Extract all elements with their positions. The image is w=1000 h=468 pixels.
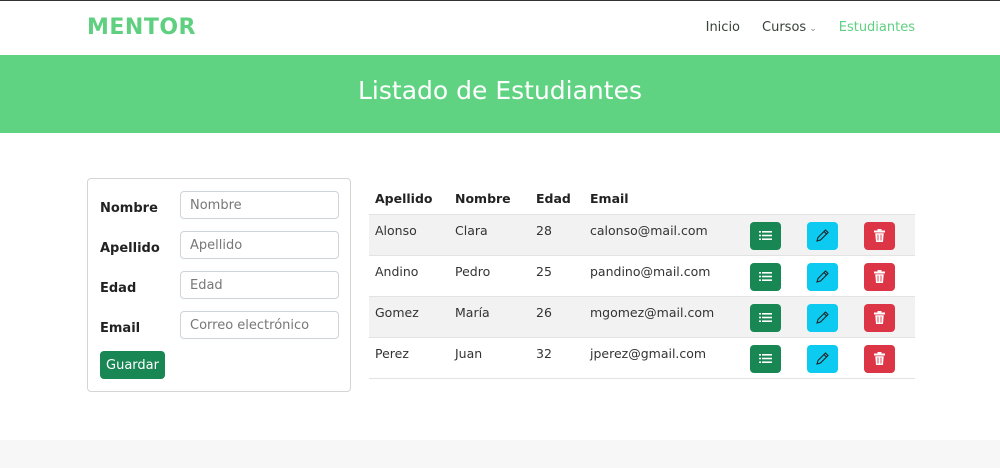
col-header-actions <box>744 184 801 214</box>
cell-apellido: Perez <box>369 336 449 379</box>
page-banner: Listado de Estudiantes <box>0 55 1000 133</box>
cell-action-edit <box>801 295 858 337</box>
save-button[interactable]: Guardar <box>100 351 165 379</box>
edit-button[interactable] <box>807 221 838 250</box>
nav-item-inicio[interactable]: Inicio <box>706 20 740 35</box>
cell-email: calonso@mail.com <box>584 213 744 255</box>
cell-action-list <box>744 254 801 296</box>
nombre-label: Nombre <box>100 201 158 216</box>
cell-edad: 25 <box>530 254 584 296</box>
edit-button[interactable] <box>807 303 838 332</box>
table-row: Andino Pedro 25 pandino@mail.com <box>369 254 915 296</box>
edad-label: Edad <box>100 281 137 296</box>
delete-button[interactable] <box>864 344 895 373</box>
cell-email: jperez@gmail.com <box>584 336 744 379</box>
cell-apellido: Andino <box>369 254 449 296</box>
pencil-icon <box>816 228 829 242</box>
cell-edad: 26 <box>530 295 584 337</box>
table-header-row: Apellido Nombre Edad Email <box>369 184 915 214</box>
list-icon <box>759 271 772 281</box>
apellido-label: Apellido <box>100 241 160 256</box>
nav-item-estudiantes[interactable]: Estudiantes <box>839 20 915 35</box>
cell-action-delete <box>858 213 915 255</box>
table-row: Gomez María 26 mgomez@mail.com <box>369 295 915 337</box>
student-form: Nombre Apellido Edad Email Guardar <box>87 178 351 392</box>
cell-action-list <box>744 213 801 255</box>
view-button[interactable] <box>750 303 781 332</box>
delete-button[interactable] <box>864 262 895 291</box>
trash-icon <box>874 310 885 324</box>
chevron-down-icon: ⌄ <box>809 24 817 34</box>
edit-button[interactable] <box>807 262 838 291</box>
col-header-nombre: Nombre <box>455 191 511 207</box>
col-header-actions-3 <box>858 184 915 214</box>
cell-action-delete <box>858 254 915 296</box>
cell-action-delete <box>858 336 915 379</box>
cell-nombre: Clara <box>449 213 530 255</box>
email-input[interactable] <box>180 311 339 339</box>
cell-apellido: Gomez <box>369 295 449 337</box>
cell-action-edit <box>801 336 858 379</box>
pencil-icon <box>816 269 829 283</box>
col-header-actions-2 <box>801 184 858 214</box>
trash-icon <box>874 269 885 283</box>
list-icon <box>759 230 772 240</box>
cell-nombre: María <box>449 295 530 337</box>
apellido-input[interactable] <box>180 231 339 259</box>
edit-button[interactable] <box>807 344 838 373</box>
edad-input[interactable] <box>180 271 339 299</box>
cell-action-edit <box>801 254 858 296</box>
pencil-icon <box>816 310 829 324</box>
cell-action-delete <box>858 295 915 337</box>
cell-nombre: Juan <box>449 336 530 379</box>
view-button[interactable] <box>750 344 781 373</box>
students-table: Apellido Nombre Edad Email Alonso Clara … <box>369 184 915 379</box>
delete-button[interactable] <box>864 221 895 250</box>
delete-button[interactable] <box>864 303 895 332</box>
cell-edad: 32 <box>530 336 584 379</box>
trash-icon <box>874 351 885 365</box>
logo[interactable]: MENTOR <box>87 15 196 40</box>
col-header-apellido: Apellido <box>375 191 433 207</box>
view-button[interactable] <box>750 221 781 250</box>
page-title: Listado de Estudiantes <box>358 76 642 105</box>
footer <box>0 440 1000 468</box>
form-row-edad: Edad <box>100 271 340 299</box>
cell-apellido: Alonso <box>369 213 449 255</box>
col-header-edad: Edad <box>536 191 571 207</box>
nombre-input[interactable] <box>180 191 339 219</box>
table-row: Perez Juan 32 jperez@gmail.com <box>369 336 915 379</box>
cell-email: mgomez@mail.com <box>584 295 744 337</box>
form-row-nombre: Nombre <box>100 191 340 219</box>
trash-icon <box>874 228 885 242</box>
nav-item-cursos-label: Cursos <box>762 20 807 35</box>
cell-action-list <box>744 336 801 379</box>
cell-action-list <box>744 295 801 337</box>
cell-email: pandino@mail.com <box>584 254 744 296</box>
list-icon <box>759 353 772 363</box>
list-icon <box>759 312 772 322</box>
nav-item-cursos[interactable]: Cursos ⌄ <box>762 20 817 35</box>
pencil-icon <box>816 351 829 365</box>
view-button[interactable] <box>750 262 781 291</box>
table-row: Alonso Clara 28 calonso@mail.com <box>369 213 915 255</box>
top-navbar: MENTOR Inicio Cursos ⌄ Estudiantes <box>0 0 1000 55</box>
col-header-email: Email <box>590 191 629 207</box>
email-label: Email <box>100 321 141 336</box>
form-row-apellido: Apellido <box>100 231 340 259</box>
cell-action-edit <box>801 213 858 255</box>
form-row-email: Email <box>100 311 340 339</box>
cell-edad: 28 <box>530 213 584 255</box>
students-table-container: Apellido Nombre Edad Email Alonso Clara … <box>369 184 915 379</box>
cell-nombre: Pedro <box>449 254 530 296</box>
main-nav: Inicio Cursos ⌄ Estudiantes <box>706 20 915 35</box>
